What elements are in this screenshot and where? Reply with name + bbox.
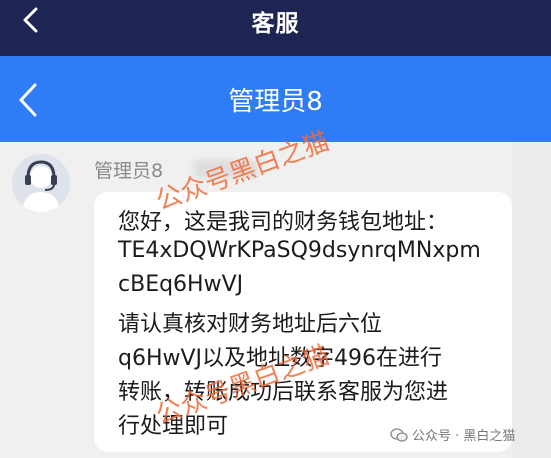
status-title-bar: 客服 bbox=[0, 0, 551, 56]
wechat-icon bbox=[390, 427, 408, 442]
footer-watermark: 公众号 · 黑白之猫 bbox=[390, 425, 515, 444]
page-title: 客服 bbox=[251, 11, 300, 37]
agent-headset-avatar-icon bbox=[22, 160, 60, 212]
message-line: cBEq6HwVJ bbox=[118, 272, 244, 297]
message-bubble[interactable]: 您好，这是我司的财务钱包地址： TE4xDQWrKPaSQ9dsynrqMNxp… bbox=[94, 192, 512, 452]
message-line: 转账，转账成功后联系客服为您进 bbox=[118, 380, 449, 405]
chat-area: 管理员8 您好，这是我司的财务钱包地址： TE4xDQWrKPaSQ9dsynr… bbox=[0, 142, 551, 458]
message-line: 行处理即可 bbox=[118, 414, 229, 439]
blurred-name-suffix bbox=[194, 160, 258, 178]
avatar[interactable] bbox=[12, 154, 70, 212]
chat-title: 管理员8 bbox=[228, 87, 323, 117]
message-line: 请认真核对财务地址后六位 bbox=[118, 312, 383, 337]
message-line: 您好，这是我司的财务钱包地址： bbox=[118, 210, 449, 235]
footer-watermark-text: 公众号 · 黑白之猫 bbox=[412, 429, 516, 444]
message-line: TE4xDQWrKPaSQ9dsynrqMNxpm bbox=[118, 238, 481, 263]
message-line: q6HwVJ以及地址数字496在进行 bbox=[118, 346, 443, 371]
side-strip bbox=[512, 142, 551, 458]
chat-header: 管理员8 bbox=[0, 56, 551, 142]
sender-name: 管理员8 bbox=[94, 160, 164, 182]
